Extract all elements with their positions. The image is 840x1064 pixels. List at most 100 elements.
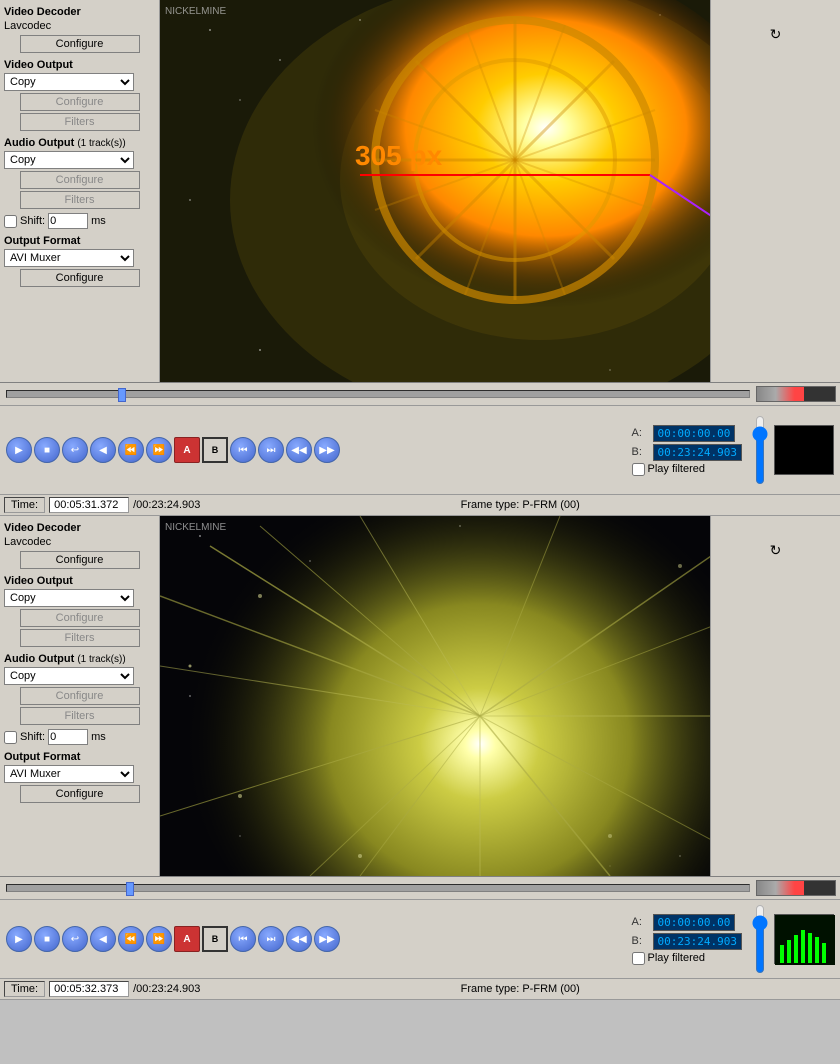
seekbar-2[interactable]	[6, 884, 750, 892]
back-btn-2[interactable]: ↩	[62, 926, 88, 952]
seekbar-thumb-2[interactable]	[126, 882, 134, 896]
b-timebox-2: 00:23:24.903	[653, 933, 742, 950]
output-format-select-2[interactable]: AVI Muxer	[4, 765, 134, 783]
shift-input-1[interactable]	[48, 213, 88, 229]
prev-frame-btn-1[interactable]: ⏮	[230, 437, 256, 463]
video-output-select-1[interactable]: Copy	[4, 73, 134, 91]
shift-input-2[interactable]	[48, 729, 88, 745]
filters-btn-1b[interactable]: Filters	[20, 191, 140, 209]
play-filtered-row-1: Play filtered	[632, 463, 742, 476]
next-key-btn-1[interactable]: ⏩	[146, 437, 172, 463]
a-label-2: A:	[632, 916, 650, 928]
configure-btn-1a[interactable]: Configure	[20, 35, 140, 53]
video-output-select-2[interactable]: Copy	[4, 589, 134, 607]
level-meter-2	[756, 880, 836, 896]
video-output-label-1: Video Output	[4, 59, 155, 71]
stop-btn-1[interactable]: ■	[34, 437, 60, 463]
svg-text:NICKELMINE: NICKELMINE	[165, 522, 226, 533]
volume-area-1	[752, 410, 768, 490]
miniview-1	[774, 425, 834, 475]
shift-row-2: Shift: ms	[4, 729, 155, 745]
filters-btn-2a[interactable]: Filters	[20, 629, 140, 647]
volume-area-2	[752, 904, 768, 974]
audio-output-select-2[interactable]: Copy	[4, 667, 134, 685]
configure-btn-2b[interactable]: Configure	[20, 609, 140, 627]
seekbar-container-1	[0, 383, 840, 406]
b-label-1: B:	[632, 446, 650, 458]
b-marker-btn-1[interactable]: B	[202, 437, 228, 463]
video-output-label-2: Video Output	[4, 575, 155, 587]
panel-2: Video Decoder Lavcodec Configure Video O…	[0, 516, 840, 877]
lavcodec-2: Lavcodec	[4, 536, 155, 548]
miniview-2	[774, 914, 834, 964]
stop-btn-2[interactable]: ■	[34, 926, 60, 952]
left-panel-1: Video Decoder Lavcodec Configure Video O…	[0, 0, 160, 382]
rotate-icon-1[interactable]: ↻	[766, 24, 786, 44]
configure-btn-2c[interactable]: Configure	[20, 687, 140, 705]
play-filtered-label-1: Play filtered	[648, 463, 705, 475]
volume-slider-2[interactable]	[752, 904, 768, 974]
time-label-1: Time:	[4, 497, 45, 513]
seekbar-container-2	[0, 877, 840, 900]
status-bar-2: Time: 00:05:32.373 /00:23:24.903 Frame t…	[0, 979, 840, 1000]
output-format-select-1[interactable]: AVI Muxer	[4, 249, 134, 267]
configure-btn-2d[interactable]: Configure	[20, 785, 140, 803]
shift-checkbox-2[interactable]	[4, 731, 17, 744]
configure-btn-1b[interactable]: Configure	[20, 93, 140, 111]
play-filtered-checkbox-1[interactable]	[632, 463, 645, 476]
a-marker-btn-1[interactable]: A	[174, 437, 200, 463]
shift-label-2: Shift:	[20, 731, 45, 743]
play-btn-1[interactable]: ▶	[6, 437, 32, 463]
output-format-label-1: Output Format	[4, 235, 155, 247]
prev-scene-btn-2[interactable]: ◀◀	[286, 926, 312, 952]
prev-key-btn-1[interactable]: ⏪	[118, 437, 144, 463]
prev-frame-btn-2[interactable]: ⏮	[230, 926, 256, 952]
play-btn-2[interactable]: ▶	[6, 926, 32, 952]
video-area-1: 305 px 374 px NICKELMINE NET	[160, 0, 710, 382]
prev-key-btn-2[interactable]: ⏪	[118, 926, 144, 952]
rotate-icon-2[interactable]: ↻	[766, 540, 786, 560]
video-svg-2: NICKELMINE NET	[160, 516, 710, 876]
configure-btn-1d[interactable]: Configure	[20, 269, 140, 287]
right-panel-2: ↻	[710, 516, 840, 876]
next-scene-btn-2[interactable]: ▶▶	[314, 926, 340, 952]
transport-1: ▶ ■ ↩ ◀ ⏪ ⏩ A B ⏮ ⏭ ◀◀ ▶▶ A: 00:00:00.00…	[0, 406, 840, 495]
configure-btn-1c[interactable]: Configure	[20, 171, 140, 189]
total-time-2: /00:23:24.903	[133, 983, 200, 995]
video-svg-1: 305 px 374 px NICKELMINE NET	[160, 0, 710, 382]
filters-btn-1a[interactable]: Filters	[20, 113, 140, 131]
volume-slider-container-1	[752, 410, 768, 490]
filters-btn-2b[interactable]: Filters	[20, 707, 140, 725]
right-panel-1: ↻	[710, 0, 840, 382]
b-label-2: B:	[632, 935, 650, 947]
next-frame-btn-1[interactable]: ⏭	[258, 437, 284, 463]
b-timebox-1: 00:23:24.903	[653, 444, 742, 461]
configure-btn-2a[interactable]: Configure	[20, 551, 140, 569]
volume-slider-1[interactable]	[752, 415, 768, 485]
back-btn-1[interactable]: ↩	[62, 437, 88, 463]
time-display-2: A: 00:00:00.00 B: 00:23:24.903 Play filt…	[632, 914, 742, 965]
step-back-btn-2[interactable]: ◀	[90, 926, 116, 952]
frame-type-1: Frame type: P-FRM (00)	[461, 499, 580, 511]
seekbar-1[interactable]	[6, 390, 750, 398]
time-display-1: A: 00:00:00.00 B: 00:23:24.903 Play filt…	[632, 425, 742, 476]
prev-scene-btn-1[interactable]: ◀◀	[286, 437, 312, 463]
audio-output-select-1[interactable]: Copy	[4, 151, 134, 169]
next-scene-btn-1[interactable]: ▶▶	[314, 437, 340, 463]
step-back-btn-1[interactable]: ◀	[90, 437, 116, 463]
level-meter-1	[756, 386, 836, 402]
time-value-2: 00:05:32.373	[49, 981, 129, 997]
seekbar-thumb-1[interactable]	[118, 388, 126, 402]
next-frame-btn-2[interactable]: ⏭	[258, 926, 284, 952]
shift-unit-2: ms	[91, 731, 106, 743]
next-key-btn-2[interactable]: ⏩	[146, 926, 172, 952]
shift-checkbox-1[interactable]	[4, 215, 17, 228]
a-marker-btn-2[interactable]: A	[174, 926, 200, 952]
play-filtered-checkbox-2[interactable]	[632, 952, 645, 965]
miniview-svg-2	[775, 915, 835, 965]
lavcodec-1: Lavcodec	[4, 20, 155, 32]
shift-label-1: Shift:	[20, 215, 45, 227]
a-label-1: A:	[632, 427, 650, 439]
b-marker-btn-2[interactable]: B	[202, 926, 228, 952]
time-row-b-1: B: 00:23:24.903	[632, 444, 742, 461]
